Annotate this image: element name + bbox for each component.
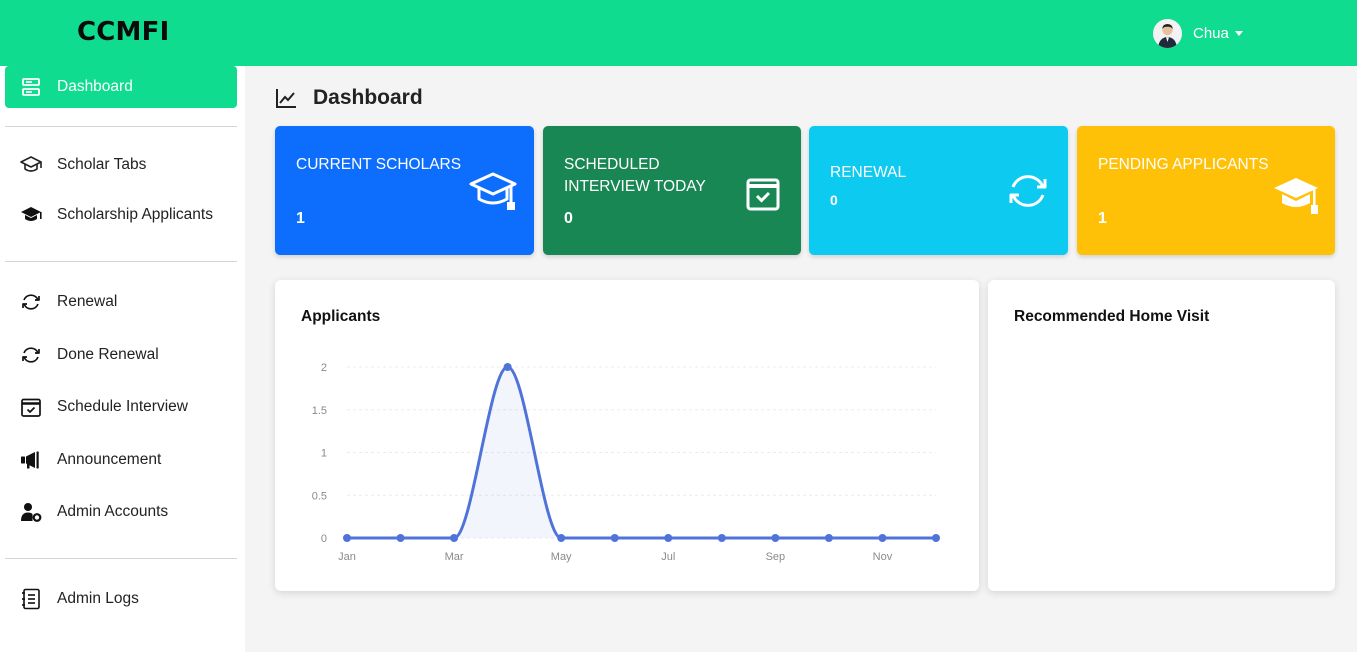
card-label: Renewal [830,164,907,181]
card-label: Current Scholars [296,156,462,173]
brand-logo[interactable]: CCMFI [77,17,169,47]
chart-line-icon [275,87,297,109]
refresh-icon [1003,166,1053,216]
home-visit-panel: Recommended Home Visit [988,280,1335,591]
data-point [396,534,405,542]
data-point [610,534,619,542]
sidebar-item-renewal[interactable]: Renewal [5,281,237,323]
sidebar-divider [5,261,237,262]
sidebar-item-label: Schedule Interview [57,398,188,415]
sidebar-item-scholarship-applicants[interactable]: Scholarship Applicants [5,194,237,236]
page-title: Dashboard [275,86,423,110]
refresh-icon [19,290,43,314]
server-icon [19,75,43,99]
sidebar-item-label: Scholar Tabs [57,156,147,173]
data-point [503,363,512,371]
sidebar-item-done-renewal[interactable]: Done Renewal [5,334,237,376]
x-tick-label: Jul [661,551,675,563]
top-navbar: CCMFI Chua [0,0,1357,66]
panel-title: Recommended Home Visit [1014,308,1210,325]
data-point [450,534,459,542]
sidebar: Dashboard Scholar Tabs Scholarship Appli… [0,66,245,652]
sidebar-item-label: Scholarship Applicants [57,206,213,223]
calendar-check-icon [19,395,43,419]
y-tick-label: 1 [321,448,327,460]
data-point [343,534,351,542]
user-menu[interactable]: Chua [1153,19,1243,48]
sidebar-item-label: Done Renewal [57,346,159,363]
notebook-icon [19,587,43,611]
data-point [932,534,940,542]
card-label: Scheduled Interview Today [564,156,706,195]
x-tick-label: Nov [873,551,893,563]
refresh-icon [19,343,43,367]
sidebar-item-label: Announcement [57,451,162,468]
data-point [771,534,780,542]
applicants-panel: Applicants 0 0.5 1 1.5 2 Jan Mar May Jul Sep Nov [275,280,979,591]
sidebar-item-label: Admin Accounts [57,503,169,520]
data-point [557,534,566,542]
x-tick-label: Mar [445,551,464,563]
y-tick-label: 2 [321,362,327,374]
avatar[interactable] [1153,19,1182,48]
card-value: 1 [1098,210,1107,227]
calendar-check-icon [738,168,788,218]
graduation-cap-icon [19,203,43,227]
sidebar-item-schedule-interview[interactable]: Schedule Interview [5,386,237,428]
data-point [664,534,673,542]
graduation-cap-outline-icon [468,166,518,216]
data-point [878,534,887,542]
card-scheduled-interview[interactable]: Scheduled Interview Today 0 [543,126,801,255]
y-tick-label: 1.5 [312,405,327,417]
sidebar-item-scholar-tabs[interactable]: Scholar Tabs [5,144,237,186]
card-renewal[interactable]: Renewal 0 [809,126,1068,255]
card-current-scholars[interactable]: Current Scholars 1 [275,126,534,255]
card-value: 1 [296,210,305,227]
x-tick-label: Sep [766,551,786,563]
chevron-down-icon[interactable] [1234,31,1243,36]
sidebar-item-label: Dashboard [57,78,133,95]
sidebar-item-label: Renewal [57,293,118,310]
card-value: 0 [830,192,838,208]
sidebar-item-label: Admin Logs [57,590,139,607]
sidebar-item-admin-accounts[interactable]: Admin Accounts [5,491,237,533]
y-tick-label: 0.5 [312,490,327,502]
y-tick-label: 0 [321,533,327,545]
graduation-cap-icon [1271,170,1321,220]
user-gear-icon [19,500,43,524]
user-name: Chua [1193,25,1229,42]
applicants-chart: 0 0.5 1 1.5 2 Jan Mar May Jul Sep Nov [312,362,940,563]
data-point [824,534,833,542]
sidebar-divider [5,126,237,127]
sidebar-item-admin-logs[interactable]: Admin Logs [5,578,237,620]
x-tick-label: May [551,551,572,563]
card-pending-applicants[interactable]: Pending Applicants 1 [1077,126,1335,255]
graduation-cap-outline-icon [19,153,43,177]
sidebar-divider [5,558,237,559]
x-tick-label: Jan [338,551,356,563]
card-label: Pending Applicants [1098,156,1269,173]
sidebar-item-announcement[interactable]: Announcement [5,439,237,481]
sidebar-item-dashboard[interactable]: Dashboard [5,66,237,108]
data-point [717,534,726,542]
card-value: 0 [564,210,573,227]
page-title-text: Dashboard [313,86,423,109]
megaphone-icon [19,448,43,472]
